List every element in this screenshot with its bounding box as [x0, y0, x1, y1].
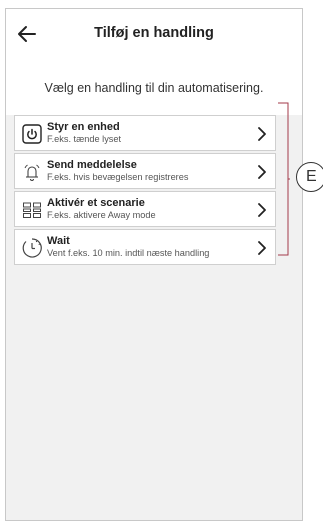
callout-bracket	[278, 102, 290, 256]
action-item-activate-scene[interactable]: Aktivér et scenarie F.eks. aktivere Away…	[14, 191, 276, 227]
app-header: Tilføj en handling	[6, 9, 302, 59]
callout-letter: E	[306, 168, 317, 185]
power-icon	[22, 124, 42, 144]
scene-icon	[23, 202, 41, 218]
action-item-send-notification[interactable]: Send meddelelse F.eks. hvis bevægelsen r…	[14, 153, 276, 189]
chevron-right-icon	[258, 203, 266, 217]
action-label: Send meddelelse	[47, 159, 137, 171]
action-item-wait[interactable]: Wait Vent f.eks. 10 min. indtil næste ha…	[14, 229, 276, 265]
bell-icon	[24, 164, 40, 181]
action-label: Styr en enhed	[47, 121, 120, 133]
subtitle-area: Vælg en handling til din automatisering.	[6, 59, 302, 115]
action-label: Aktivér et scenarie	[47, 197, 145, 209]
action-item-control-device[interactable]: Styr en enhed F.eks. tænde lyset	[14, 115, 276, 151]
page-title: Tilføj en handling	[94, 25, 214, 41]
app-screen: Tilføj en handling Vælg en handling til …	[5, 8, 303, 521]
callout-badge: E	[296, 162, 323, 192]
chevron-right-icon	[258, 241, 266, 255]
action-description: Vent f.eks. 10 min. indtil næste handlin…	[47, 248, 210, 258]
chevron-right-icon	[258, 165, 266, 179]
action-description: F.eks. tænde lyset	[47, 134, 122, 144]
action-list: Styr en enhed F.eks. tænde lyset Send me…	[14, 115, 276, 267]
action-description: F.eks. aktivere Away mode	[47, 210, 156, 220]
chevron-right-icon	[258, 127, 266, 141]
action-description: F.eks. hvis bevægelsen registreres	[47, 172, 189, 182]
timer-icon	[22, 238, 42, 258]
page-subtitle: Vælg en handling til din automatisering.	[44, 81, 264, 95]
action-label: Wait	[47, 235, 70, 247]
